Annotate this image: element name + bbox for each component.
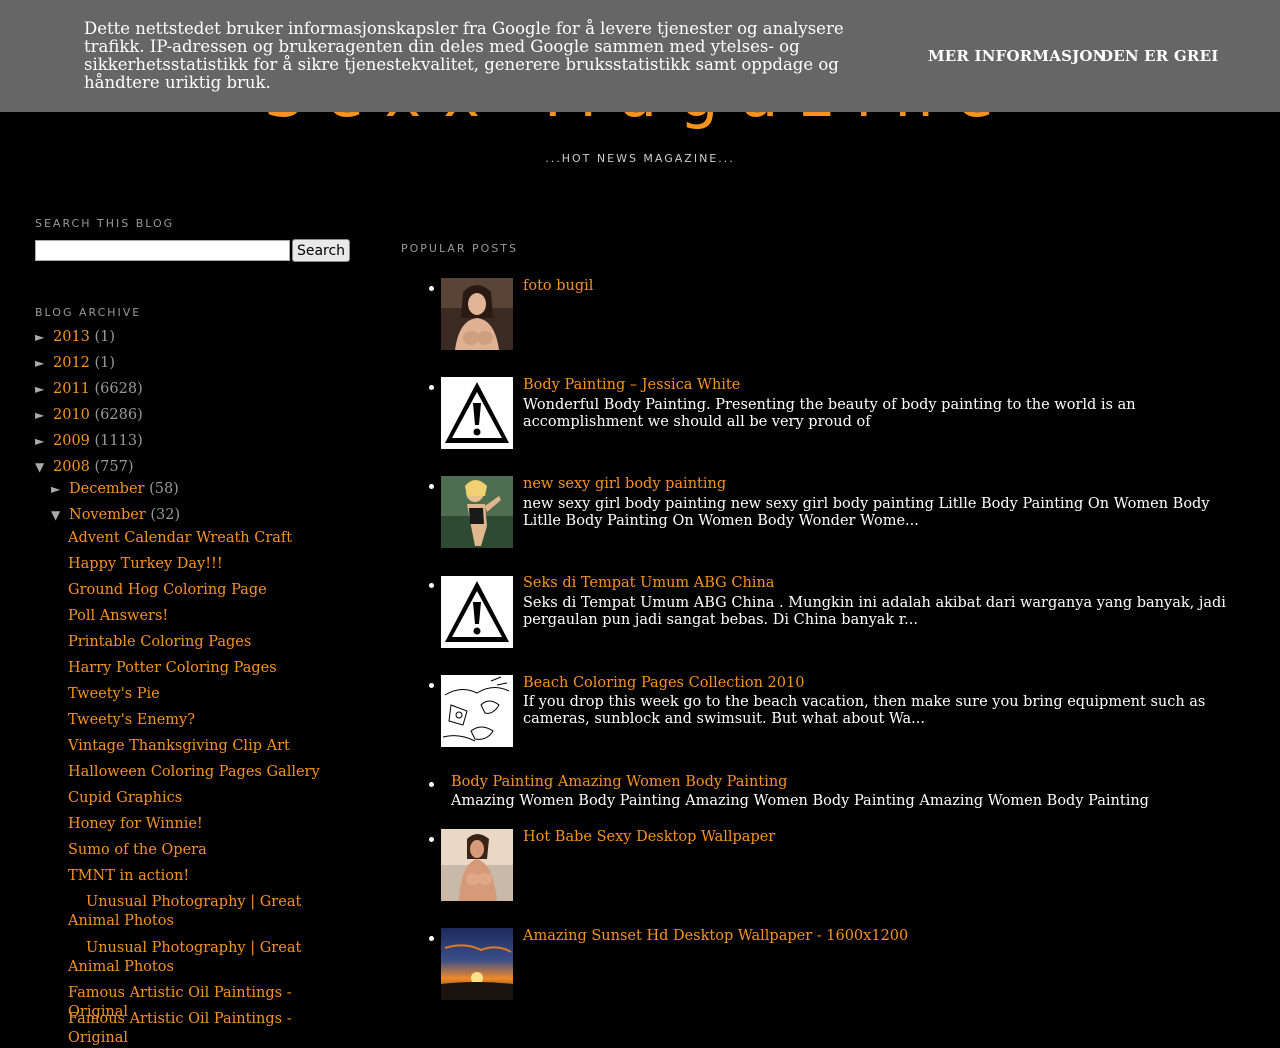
list-bullet [429, 484, 434, 489]
photo-thumb-icon [441, 476, 513, 548]
blog-description: ...HOT NEWS MAGAZINE... [545, 152, 735, 165]
popular-post-title[interactable]: Seks di Tempat Umum ABG China [523, 575, 774, 591]
archive-year-2011: ► 2011 (6628) [35, 381, 143, 397]
archive-count: (1) [94, 355, 116, 371]
archive-post-link[interactable]: Honey for Winnie! [68, 815, 338, 834]
archive-post-link[interactable]: Vintage Thanksgiving Clip Art [68, 737, 338, 756]
expand-arrow-icon[interactable]: ► [35, 408, 53, 422]
list-bullet [429, 683, 434, 688]
popular-post-title[interactable]: Body Painting Amazing Women Body Paintin… [451, 774, 787, 790]
post-thumbnail[interactable] [441, 377, 513, 449]
list-bullet [429, 782, 434, 787]
photo-thumb-icon [441, 829, 513, 901]
sketch-thumb-icon [441, 675, 513, 747]
archive-post-link[interactable]: Advent Calendar Wreath Craft [68, 529, 338, 548]
expand-arrow-icon[interactable]: ► [51, 482, 69, 496]
archive-post-link[interactable]: Unusual Photography | Great Animal Photo… [68, 939, 323, 977]
search-button[interactable]: Search [292, 239, 350, 262]
archive-post-link[interactable]: Famous Artistic Oil Paintings - Original [68, 1010, 338, 1048]
archive-post-link-text: Unusual Photography | Great Animal Photo… [68, 894, 302, 929]
archive-year-link[interactable]: 2013 [53, 329, 90, 345]
post-thumbnail[interactable] [441, 576, 513, 648]
popular-post-title[interactable]: foto bugil [523, 278, 593, 294]
archive-post-link[interactable]: TMNT in action! [68, 867, 338, 886]
archive-year-2008: ▼ 2008 (757) [35, 459, 134, 475]
archive-post-link[interactable]: Unusual Photography | Great Animal Photo… [68, 893, 323, 931]
list-bullet [429, 837, 434, 842]
popular-post-snippet: Amazing Women Body Painting Amazing Wome… [451, 793, 1149, 809]
archive-year-link[interactable]: 2012 [53, 355, 90, 371]
popular-posts-title: POPULAR POSTS [401, 242, 518, 255]
post-thumbnail[interactable] [441, 829, 513, 901]
archive-count: (6628) [94, 381, 143, 397]
archive-month-november: ▼ November (32) [51, 507, 180, 523]
archive-year-link[interactable]: 2010 [53, 407, 90, 423]
collapse-arrow-icon[interactable]: ▼ [35, 460, 53, 474]
archive-month-link[interactable]: December [69, 481, 144, 497]
search-widget-title: SEARCH THIS BLOG [35, 217, 175, 230]
archive-year-link[interactable]: 2011 [53, 381, 90, 397]
post-thumbnail[interactable] [441, 278, 513, 350]
list-bullet [429, 936, 434, 941]
post-thumbnail[interactable] [441, 928, 513, 1000]
popular-post-snippet: Seks di Tempat Umum ABG China . Mungkin … [523, 595, 1226, 628]
warning-icon [441, 576, 513, 648]
archive-year-2010: ► 2010 (6286) [35, 407, 143, 423]
sunset-thumb-icon [441, 928, 513, 1000]
expand-arrow-icon[interactable]: ► [35, 330, 53, 344]
archive-post-link[interactable]: Sumo of the Opera [68, 841, 338, 860]
archive-post-link[interactable]: Cupid Graphics [68, 789, 338, 808]
archive-post-link[interactable]: Printable Coloring Pages [68, 633, 338, 652]
archive-count: (1) [94, 329, 116, 345]
archive-post-link[interactable]: Tweety's Enemy? [68, 711, 338, 730]
archive-year-2009: ► 2009 (1113) [35, 433, 143, 449]
archive-post-link[interactable]: Harry Potter Coloring Pages [68, 659, 338, 678]
popular-post-title[interactable]: new sexy girl body painting [523, 476, 726, 492]
photo-thumb-icon [441, 278, 513, 350]
warning-icon [441, 377, 513, 449]
archive-post-link[interactable]: Halloween Coloring Pages Gallery [68, 763, 338, 782]
cookie-notice-text: Dette nettstedet bruker informasjonskaps… [84, 19, 844, 92]
list-bullet [429, 385, 434, 390]
popular-post-snippet: new sexy girl body painting new sexy gir… [523, 496, 1210, 529]
archive-post-link-text: Unusual Photography | Great Animal Photo… [68, 940, 302, 975]
archive-count: (757) [94, 459, 134, 475]
archive-post-link[interactable]: Poll Answers! [68, 607, 338, 626]
post-thumbnail[interactable] [441, 476, 513, 548]
popular-post-title[interactable]: Beach Coloring Pages Collection 2010 [523, 675, 804, 691]
expand-arrow-icon[interactable]: ► [35, 356, 53, 370]
archive-count: (1113) [94, 433, 143, 449]
popular-post-title[interactable]: Hot Babe Sexy Desktop Wallpaper [523, 829, 775, 845]
archive-year-2012: ► 2012 (1) [35, 355, 115, 371]
post-thumbnail[interactable] [441, 675, 513, 747]
more-info-button[interactable]: MER INFORMASJON [928, 47, 1107, 65]
archive-count: (6286) [94, 407, 143, 423]
archive-post-link[interactable]: Ground Hog Coloring Page [68, 581, 338, 600]
archive-widget-title: BLOG ARCHIVE [35, 306, 142, 319]
accept-cookies-button[interactable]: DEN ER GREI [1100, 47, 1218, 65]
archive-count: (32) [150, 507, 181, 523]
list-bullet [429, 583, 434, 588]
popular-post-title[interactable]: Amazing Sunset Hd Desktop Wallpaper - 16… [523, 928, 908, 944]
list-bullet [429, 286, 434, 291]
popular-post-title[interactable]: Body Painting – Jessica White [523, 377, 740, 393]
popular-post-snippet: Wonderful Body Painting. Presenting the … [523, 397, 1136, 430]
expand-arrow-icon[interactable]: ► [35, 382, 53, 396]
popular-post-snippet: If you drop this week go to the beach va… [523, 694, 1206, 727]
archive-count: (58) [149, 481, 179, 497]
archive-year-link[interactable]: 2009 [53, 433, 90, 449]
archive-post-link[interactable]: Happy Turkey Day!!! [68, 555, 338, 574]
search-input[interactable] [35, 240, 290, 261]
archive-year-2013: ► 2013 (1) [35, 329, 115, 345]
cookie-banner: Dette nettstedet bruker informasjonskaps… [0, 0, 1280, 112]
archive-post-link[interactable]: Tweety's Pie [68, 685, 338, 704]
archive-month-link[interactable]: November [69, 507, 146, 523]
collapse-arrow-icon[interactable]: ▼ [51, 508, 69, 522]
archive-year-link[interactable]: 2008 [53, 459, 90, 475]
expand-arrow-icon[interactable]: ► [35, 434, 53, 448]
archive-month-december: ► December (58) [51, 481, 179, 497]
